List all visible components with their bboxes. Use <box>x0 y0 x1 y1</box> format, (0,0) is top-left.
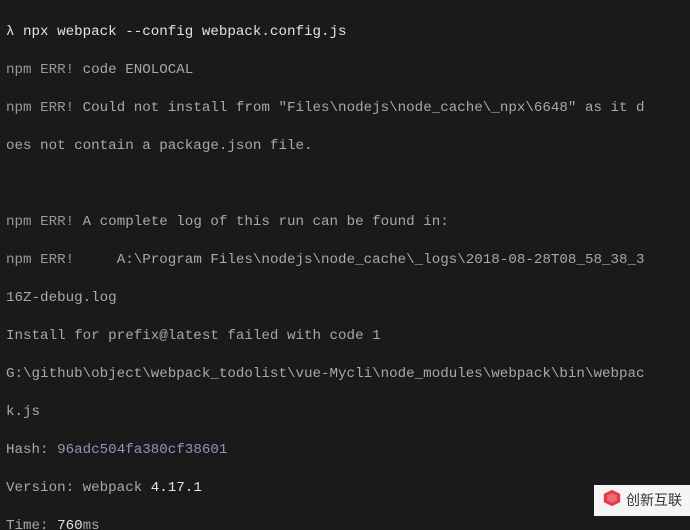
watermark-text: 创新互联 <box>626 491 682 510</box>
err-msg: 16Z-debug.log <box>6 290 117 306</box>
err-msg: oes not contain a package.json file. <box>6 138 313 154</box>
err-msg: code ENOLOCAL <box>74 62 193 78</box>
command: npx webpack --config webpack.config.js <box>23 24 347 40</box>
blank-line <box>6 175 684 194</box>
time-unit: ms <box>83 518 100 530</box>
time-value: 760 <box>57 518 83 530</box>
terminal-output[interactable]: λ npx webpack --config webpack.config.js… <box>0 0 690 530</box>
err-tag: ERR! <box>40 62 74 78</box>
err-msg: A complete log of this run can be found … <box>74 214 449 230</box>
watermark-badge: 创新互联 <box>594 485 690 516</box>
npm-tag: npm <box>6 100 40 116</box>
npm-tag: npm <box>6 252 40 268</box>
err-tag: ERR! <box>40 214 74 230</box>
version-label: Version: webpack <box>6 480 151 496</box>
version-value: 4.17.1 <box>151 480 202 496</box>
prompt-symbol: λ <box>6 24 15 40</box>
hash-value: 96adc504fa380cf38601 <box>57 442 227 458</box>
path-line: G:\github\object\webpack_todolist\vue-My… <box>6 366 645 382</box>
logo-icon <box>602 489 622 512</box>
err-tag: ERR! <box>40 252 74 268</box>
path-line: k.js <box>6 404 40 420</box>
install-fail: Install for prefix@latest failed with co… <box>6 328 381 344</box>
command-text <box>15 24 24 40</box>
npm-tag: npm <box>6 62 40 78</box>
time-label: Time: <box>6 518 57 530</box>
npm-tag: npm <box>6 214 40 230</box>
err-msg: Could not install from "Files\nodejs\nod… <box>74 100 644 116</box>
hash-label: Hash: <box>6 442 57 458</box>
err-msg: A:\Program Files\nodejs\node_cache\_logs… <box>74 252 644 268</box>
err-tag: ERR! <box>40 100 74 116</box>
